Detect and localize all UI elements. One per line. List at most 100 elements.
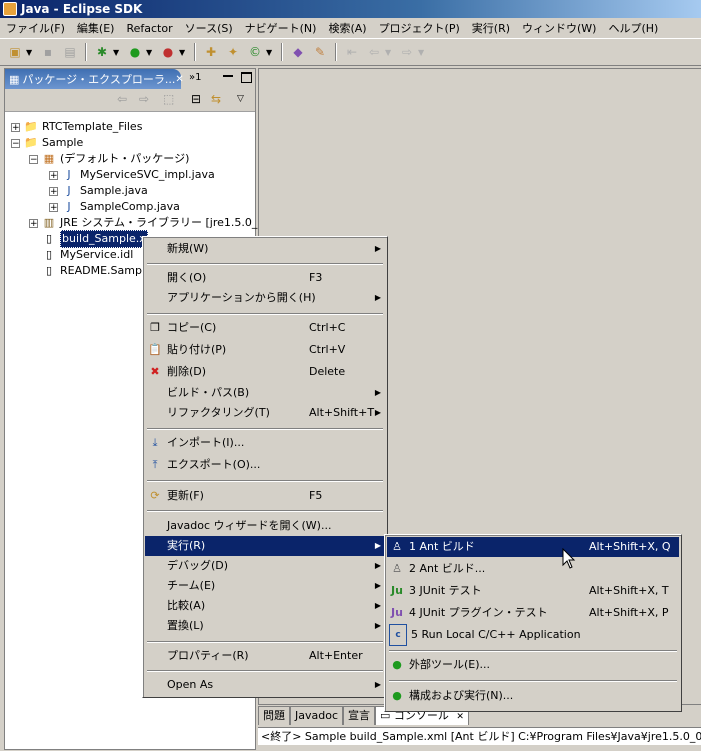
expand-icon[interactable]: + — [11, 122, 20, 132]
paste-icon: 📋 — [148, 343, 162, 356]
menu-file[interactable]: ファイル(F) — [0, 20, 71, 36]
debug-dropdown-icon[interactable]: ▼ — [113, 48, 121, 57]
forward-icon[interactable]: ⇨ — [398, 43, 416, 61]
run-dropdown-icon[interactable]: ▼ — [146, 48, 154, 57]
back-icon[interactable]: ⇦ — [117, 92, 127, 106]
external-tools-dropdown-icon[interactable]: ▼ — [179, 48, 187, 57]
maximize-icon[interactable] — [241, 72, 252, 83]
prev-annotation-icon[interactable]: ⇤ — [343, 43, 361, 61]
menu-item-open-with[interactable]: アプリケーションから開く(H) ▶ — [145, 288, 385, 308]
submenu-item-ant-build-dialog[interactable]: ♙ 2 Ant ビルド... — [387, 559, 679, 579]
menu-item-refactor[interactable]: リファクタリング(T) Alt+Shift+T ▶ — [145, 403, 385, 423]
expand-icon[interactable]: + — [49, 170, 58, 180]
menu-project[interactable]: プロジェクト(P) — [373, 20, 466, 36]
tree-item[interactable]: ▯ README.Samp — [42, 263, 142, 279]
collapse-icon[interactable]: − — [11, 138, 20, 148]
menu-source[interactable]: ソース(S) — [179, 20, 239, 36]
tree-item[interactable]: + ▥ JRE システム・ライブラリー [jre1.5.0_09] — [29, 215, 276, 231]
menu-item-debug[interactable]: デバッグ(D) ▶ — [145, 556, 385, 576]
submenu-item-run-configurations[interactable]: ● 構成および実行(N)... — [387, 686, 679, 706]
view-menu-icon[interactable]: ▽ — [237, 94, 244, 104]
menu-item-import[interactable]: ⤓ インポート(I)... — [145, 433, 385, 453]
back-dropdown-icon[interactable]: ▼ — [385, 48, 393, 57]
menu-search[interactable]: 検索(A) — [322, 20, 372, 36]
tree-item[interactable]: + J MyServiceSVC_impl.java — [49, 167, 215, 183]
menu-item-export[interactable]: ⤒ エクスポート(O)... — [145, 455, 385, 475]
submenu-item-junit-plugin-test[interactable]: Ju 4 JUnit プラグイン・テスト Alt+Shift+X, P — [387, 603, 679, 623]
submenu-item-ant-build[interactable]: ♙ 1 Ant ビルド Alt+Shift+X, Q — [387, 537, 679, 557]
tab-javadoc[interactable]: Javadoc — [290, 706, 343, 725]
menu-navigate[interactable]: ナビゲート(N) — [239, 20, 323, 36]
forward-dropdown-icon[interactable]: ▼ — [418, 48, 426, 57]
tab-declaration[interactable]: 宣言 — [343, 706, 375, 725]
menu-item-delete[interactable]: ✖ 削除(D) Delete — [145, 362, 385, 382]
menu-item-new[interactable]: 新規(W) ▶ — [145, 239, 385, 259]
menu-item-build-path[interactable]: ビルド・パス(B) ▶ — [145, 383, 385, 403]
menu-item-paste[interactable]: 📋 貼り付け(P) Ctrl+V — [145, 340, 385, 360]
up-icon[interactable]: ⬚ — [163, 92, 174, 106]
close-icon[interactable]: ✕ — [175, 74, 183, 85]
link-with-editor-icon[interactable]: ⇆ — [211, 92, 221, 106]
new-class-dropdown-icon[interactable]: ▼ — [266, 48, 274, 57]
tree-item[interactable]: + 📁 RTCTemplate_Files — [11, 119, 142, 135]
menu-item-copy[interactable]: ❐ コピー(C) Ctrl+C — [145, 318, 385, 338]
external-tools-icon[interactable]: ● — [159, 43, 177, 61]
submenu-item-external-tools[interactable]: ● 外部ツール(E)... — [387, 655, 679, 675]
more-views-indicator[interactable]: »1 — [189, 72, 201, 83]
run-icon[interactable]: ● — [126, 43, 144, 61]
new-package-icon[interactable]: ✦ — [224, 43, 242, 61]
menu-item-team[interactable]: チーム(E) ▶ — [145, 576, 385, 596]
new-dropdown-icon[interactable]: ▼ — [26, 48, 34, 57]
menu-separator — [147, 428, 383, 430]
expand-icon[interactable]: + — [29, 218, 38, 228]
menu-item-open[interactable]: 開く(O) F3 — [145, 268, 385, 288]
junit-plugin-icon: Ju — [391, 606, 403, 619]
menu-item-replace[interactable]: 置換(L) ▶ — [145, 616, 385, 636]
collapse-all-icon[interactable]: ⊟ — [191, 92, 201, 106]
submenu-item-junit-test[interactable]: Ju 3 JUnit テスト Alt+Shift+X, T — [387, 581, 679, 601]
submenu-item-run-local-c[interactable]: c 5 Run Local C/C++ Application — [387, 624, 679, 646]
menu-item-properties[interactable]: プロパティー(R) Alt+Enter — [145, 646, 385, 666]
file-icon: ▯ — [45, 264, 53, 277]
tree-item[interactable]: − ▦ (デフォルト・パッケージ) — [29, 151, 189, 167]
back-icon[interactable]: ⇦ — [365, 43, 383, 61]
tree-item[interactable]: − 📁 Sample — [11, 135, 83, 151]
search-icon[interactable]: ✎ — [311, 43, 329, 61]
menu-help[interactable]: ヘルプ(H) — [602, 20, 664, 36]
submenu-arrow-icon: ▶ — [374, 621, 381, 630]
external-tools-icon: ● — [392, 658, 402, 671]
new-java-project-icon[interactable]: ✚ — [202, 43, 220, 61]
menu-refactor[interactable]: Refactor — [120, 22, 178, 35]
menu-item-refresh[interactable]: ⟳ 更新(F) F5 — [145, 486, 385, 506]
menu-item-run[interactable]: 実行(R) ▶ — [145, 536, 385, 556]
new-class-icon[interactable]: © — [246, 43, 264, 61]
menu-item-open-as[interactable]: Open As ▶ — [145, 675, 385, 695]
menu-separator — [147, 510, 383, 512]
collapse-icon[interactable]: − — [29, 154, 38, 164]
tab-problems[interactable]: 問題 — [258, 706, 290, 725]
tree-item[interactable]: ▯ build_Sample.x — [42, 230, 148, 248]
open-type-icon[interactable]: ◆ — [289, 43, 307, 61]
package-explorer-tab[interactable]: ▦ パッケージ・エクスプローラ... ✕ — [5, 69, 184, 89]
close-icon[interactable]: ✕ — [456, 712, 464, 722]
menu-run[interactable]: 実行(R) — [466, 20, 516, 36]
tree-item[interactable]: ▯ MyService.idl — [42, 247, 133, 263]
toolbar-separator — [335, 43, 337, 61]
menu-item-javadoc-wizard[interactable]: Javadoc ウィザードを開く(W)... — [145, 516, 385, 536]
new-icon[interactable]: ▣ — [6, 43, 24, 61]
menu-item-compare[interactable]: 比較(A) ▶ — [145, 596, 385, 616]
menu-window[interactable]: ウィンドウ(W) — [516, 20, 602, 36]
save-icon[interactable]: ▪ — [39, 43, 57, 61]
expand-icon[interactable]: + — [49, 202, 58, 212]
expand-icon[interactable]: + — [49, 186, 58, 196]
package-icon: ▦ — [43, 152, 55, 165]
junit-icon: Ju — [391, 584, 403, 597]
tree-item[interactable]: + J Sample.java — [49, 183, 148, 199]
debug-icon[interactable]: ✱ — [93, 43, 111, 61]
print-icon[interactable]: ▤ — [61, 43, 79, 61]
forward-icon[interactable]: ⇨ — [139, 92, 149, 106]
minimize-icon[interactable] — [223, 73, 233, 77]
file-icon: ▯ — [45, 248, 53, 261]
tree-item[interactable]: + J SampleComp.java — [49, 199, 180, 215]
menu-edit[interactable]: 編集(E) — [71, 20, 121, 36]
